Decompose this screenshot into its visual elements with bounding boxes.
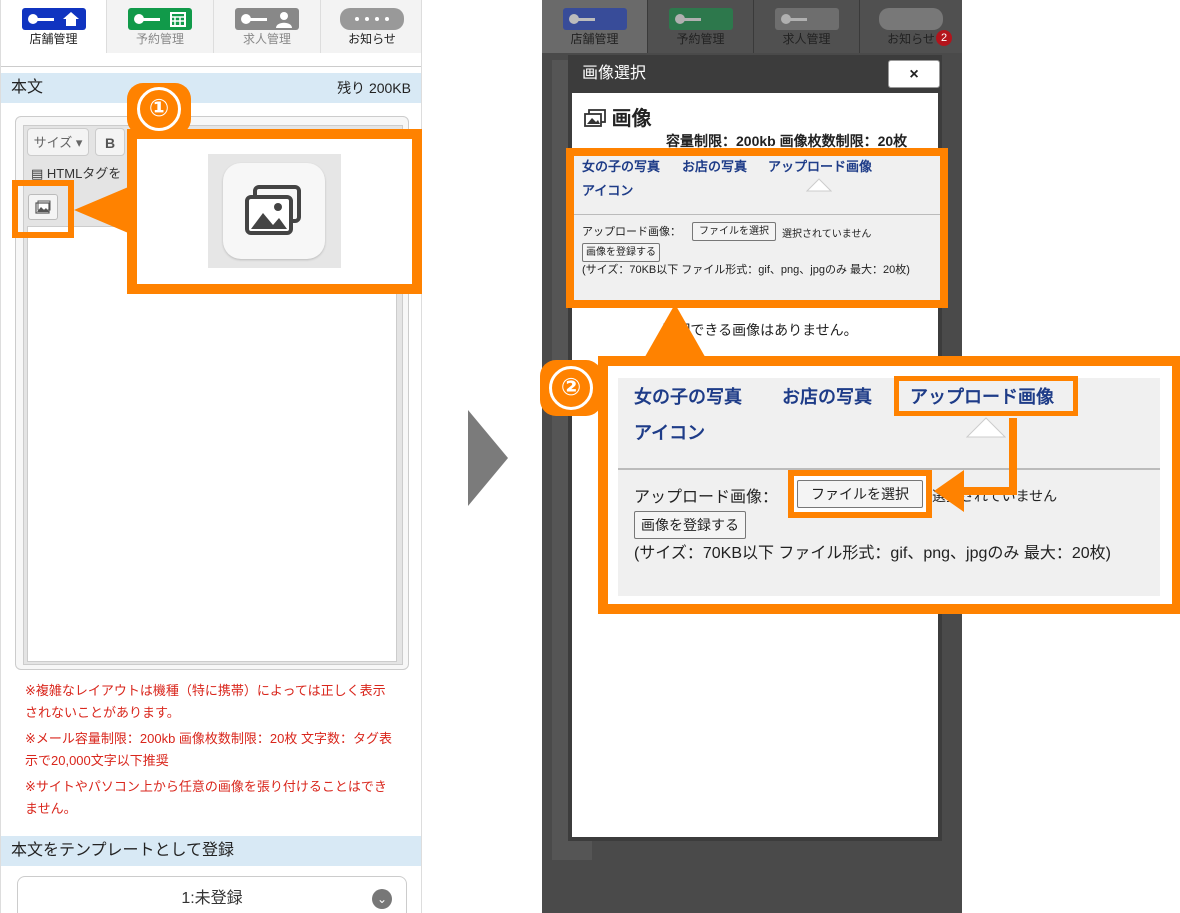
store-key-icon (562, 8, 627, 30)
modal-header: 画像選択 (568, 55, 942, 93)
register-image-button-zoom: 画像を登録する (634, 511, 746, 539)
tab-label: 予約管理 (676, 32, 725, 46)
tab-store-management[interactable]: 店舗管理 (542, 0, 648, 53)
tab-store-management[interactable]: 店舗管理 (1, 0, 107, 53)
tab-girls-photos-zoom: 女の子の写真 (634, 387, 742, 407)
person-key-icon (774, 8, 839, 30)
template-section-header: 本文をテンプレートとして登録 (1, 836, 421, 866)
divider (1, 53, 421, 67)
tab-recruitment[interactable]: 求人管理 (754, 0, 860, 53)
body-section-title: 本文 (11, 79, 44, 96)
register-image-button[interactable]: 画像を登録する (582, 243, 660, 262)
upload-note-zoom: (サイズ：70KB以下 ファイル形式：gif、png、jpgのみ 最大：20枚) (634, 545, 1111, 562)
close-button[interactable]: × (888, 60, 940, 88)
document-icon: ▤ (31, 166, 47, 181)
tab-label: 店舗管理 (570, 32, 619, 46)
note-layout: ※複雑なレイアウトは機種（特に携帯）によっては正しく表示されないことがあります。 (25, 683, 386, 720)
note-paste: ※サイトやパソコン上から任意の画像を張り付けることはできません。 (25, 779, 387, 816)
tab-icons[interactable]: アイコン (582, 180, 633, 199)
speech-bubble-icon (879, 8, 943, 30)
tab-label: 予約管理 (135, 32, 184, 46)
tab-shop-photos[interactable]: お店の写真 (682, 156, 747, 175)
person-key-icon (235, 8, 299, 30)
font-size-label: サイズ (33, 135, 73, 150)
callout-arrow-pointer (934, 418, 1017, 512)
html-tag-label: HTMLタグを (46, 166, 122, 181)
font-size-dropdown[interactable]: サイズ ▾ (27, 128, 89, 156)
file-select-button-zoom: ファイルを選択 (797, 480, 923, 508)
tab-girls-photos[interactable]: 女の子の写真 (582, 156, 660, 175)
callout-badge-2: ② (540, 360, 602, 416)
zoom-callout-1 (127, 129, 422, 294)
tab-notices[interactable]: お知らせ 2 (860, 0, 962, 53)
tab-uploaded-images[interactable]: アップロード画像 (768, 156, 872, 175)
image-icon (584, 109, 606, 127)
body-section-header: 本文 残り 200KB (1, 73, 421, 103)
calendar-key-icon (668, 8, 733, 30)
file-select-button[interactable]: ファイルを選択 (692, 222, 776, 241)
tab-icons-zoom: アイコン (634, 423, 706, 443)
tab-shop-photos-zoom: お店の写真 (782, 387, 872, 407)
tab-label: 求人管理 (242, 32, 291, 46)
step-number: ② (549, 366, 593, 410)
tab-reservation[interactable]: 予約管理 (648, 0, 754, 53)
image-icon (223, 163, 325, 259)
template-select[interactable]: 1:未登録 ⌄ (17, 876, 407, 913)
notification-badge: 2 (936, 30, 952, 46)
tab-recruitment[interactable]: 求人管理 (214, 0, 321, 53)
tab-label: お知らせ (348, 32, 396, 46)
step-number: ① (137, 87, 181, 131)
divider (574, 214, 940, 215)
store-key-icon (21, 8, 86, 30)
note-capacity: ※メール容量制限：200kb 画像枚数制限：20枚 文字数：タグ表示で20,00… (25, 731, 392, 768)
tab-uploaded-images-zoom: アップロード画像 (910, 387, 1054, 407)
caret-down-icon: ▾ (72, 135, 83, 150)
no-images-message: 選択できる画像はありません。 (662, 322, 858, 338)
upload-label-zoom: アップロード画像： (634, 489, 779, 506)
tab-reservation[interactable]: 予約管理 (107, 0, 214, 53)
next-step-arrow-icon (468, 410, 508, 506)
tab-label: 店舗管理 (29, 32, 78, 46)
chevron-down-icon: ⌄ (372, 889, 392, 909)
speech-bubble-icon (340, 8, 404, 30)
bold-button[interactable]: B (95, 128, 125, 156)
modal-title-text: 画像 (611, 108, 652, 130)
active-tab-indicator (806, 178, 832, 192)
upload-note: (サイズ：70KB以下 ファイル形式：gif、png、jpgのみ 最大：20枚) (582, 264, 910, 276)
tab-label: 求人管理 (782, 32, 831, 46)
template-section-title: 本文をテンプレートとして登録 (11, 842, 235, 859)
callout-arrow-pointer (642, 304, 708, 362)
callout-badge-1: ① (127, 83, 191, 135)
upload-label: アップロード画像： (582, 226, 681, 238)
remaining-size: 残り 200KB (337, 80, 411, 96)
file-status: 選択されていません (782, 229, 872, 240)
highlight-image-button (12, 180, 74, 238)
calendar-key-icon (128, 8, 192, 30)
tab-notices[interactable]: お知らせ (321, 0, 421, 53)
zoomed-icon-frame (208, 154, 341, 268)
template-select-value: 1:未登録 (181, 890, 243, 907)
modal-title: 画像 (584, 102, 652, 131)
